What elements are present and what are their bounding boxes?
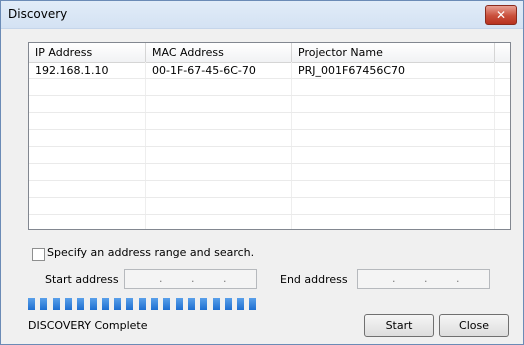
cell-projector-name: PRJ_001F67456C70 <box>298 64 406 77</box>
empty-row <box>29 164 510 181</box>
progress-segment <box>28 298 35 310</box>
progress-segment <box>114 298 122 310</box>
progress-segment <box>77 298 85 310</box>
discovery-progress-bar <box>28 298 261 310</box>
progress-segment <box>224 298 232 310</box>
discovery-window: Discovery ✕ IP Address MAC Address Proje… <box>0 0 524 345</box>
table-row[interactable]: 192.168.1.10 00-1F-67-45-6C-70 PRJ_001F6… <box>29 62 510 79</box>
progress-segment <box>89 298 97 310</box>
progress-segment <box>126 298 134 310</box>
empty-row <box>29 215 510 229</box>
progress-segment <box>138 298 146 310</box>
progress-segment <box>64 298 72 310</box>
progress-segment <box>52 298 60 310</box>
progress-segment <box>40 298 48 310</box>
column-header-name[interactable]: Projector Name <box>292 43 495 62</box>
empty-row <box>29 113 510 130</box>
close-button[interactable]: Close <box>439 314 509 337</box>
progress-segment <box>212 298 220 310</box>
empty-row <box>29 181 510 198</box>
cell-ip-address: 192.168.1.10 <box>35 64 109 77</box>
empty-row <box>29 147 510 164</box>
dialog-client-area: IP Address MAC Address Projector Name 19… <box>1 29 523 344</box>
projector-list[interactable]: IP Address MAC Address Projector Name 19… <box>28 42 511 230</box>
column-header-filler <box>495 43 510 62</box>
progress-segment <box>151 298 158 310</box>
column-header-mac[interactable]: MAC Address <box>146 43 292 62</box>
title-bar: Discovery ✕ <box>1 1 523 29</box>
progress-segment <box>163 298 171 310</box>
start-address-label: Start address <box>45 273 119 286</box>
empty-row <box>29 79 510 96</box>
progress-segment <box>101 298 109 310</box>
progress-segment <box>200 298 208 310</box>
close-icon: ✕ <box>495 8 507 22</box>
list-header: IP Address MAC Address Projector Name <box>29 43 510 63</box>
cell-mac-address: 00-1F-67-45-6C-70 <box>152 64 256 77</box>
empty-row <box>29 130 510 147</box>
progress-segment <box>249 298 257 310</box>
address-range-label[interactable]: Specify an address range and search. <box>47 246 254 259</box>
address-range-checkbox[interactable] <box>32 248 45 261</box>
window-title: Discovery <box>8 7 68 21</box>
column-header-ip[interactable]: IP Address <box>29 43 146 62</box>
start-address-input[interactable]: ... <box>124 269 257 289</box>
start-button[interactable]: Start <box>364 314 434 337</box>
empty-row <box>29 198 510 215</box>
close-window-button[interactable]: ✕ <box>485 5 517 25</box>
end-address-input[interactable]: ... <box>357 269 490 289</box>
progress-segment <box>237 298 245 310</box>
status-text: DISCOVERY Complete <box>28 319 148 332</box>
empty-row <box>29 96 510 113</box>
progress-segment <box>187 298 195 310</box>
end-address-label: End address <box>280 273 348 286</box>
progress-segment <box>175 298 183 310</box>
